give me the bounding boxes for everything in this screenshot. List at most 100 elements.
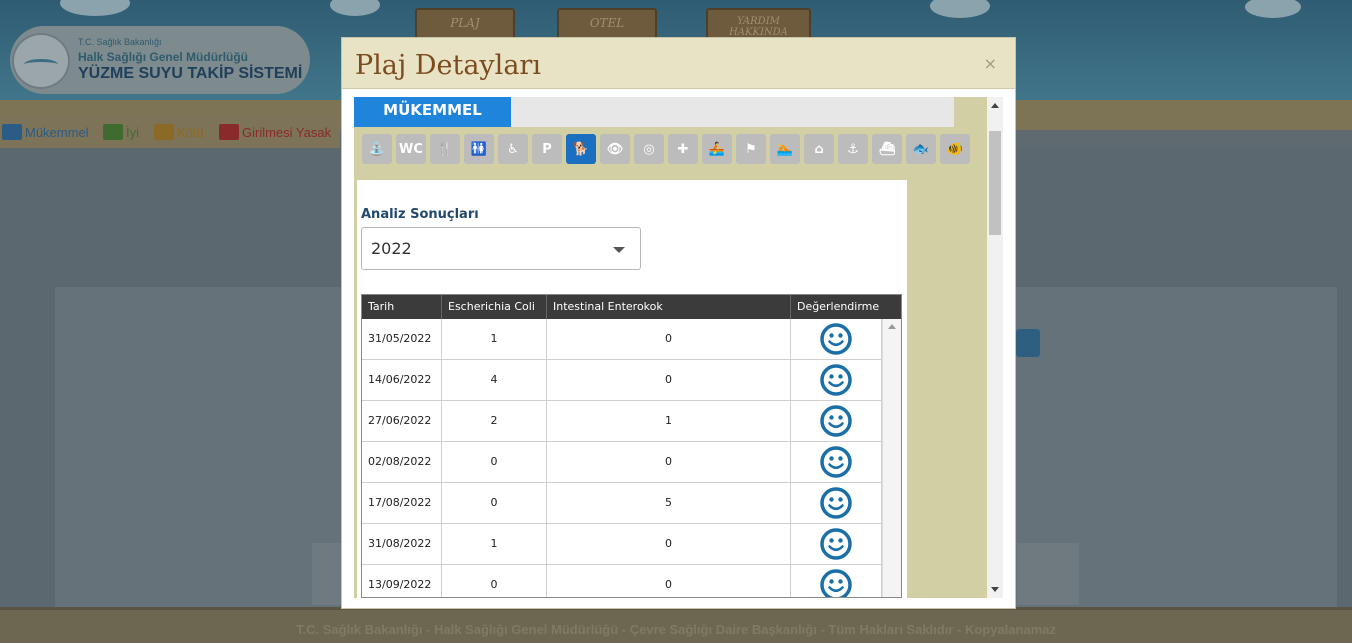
modal-header: Plaj Detayları ×: [342, 38, 1015, 89]
fishing-icon[interactable]: 🐟: [906, 134, 936, 164]
footer-text: T.C. Sağlık Bakanlığı - Halk Sağlığı Gen…: [296, 622, 1056, 637]
table-body: 31/05/2022 1 0 14/06/2022 4 0 27/06/2022 2 1 02/0…: [362, 319, 882, 597]
legend-label: Girilmesi Yasak: [242, 124, 332, 140]
cell-date: 31/05/2022: [362, 319, 442, 360]
cell-rating: [791, 401, 882, 442]
scroll-down-icon[interactable]: [991, 587, 999, 592]
scroll-up-icon[interactable]: [888, 324, 896, 329]
status-band: MÜKEMMEL: [354, 97, 954, 127]
chevron-down-icon: [613, 247, 625, 253]
swimmer-icon: [154, 124, 174, 140]
facility-icons: ⛲ WC 🍴 🚻 ♿ P 🐕 👁 ◎ ✚ 🚣 ⚑ 🏊 ⌂ ⚓ ⛴ 🐟 🐠: [362, 134, 970, 164]
table-row: 27/06/2022 2 1: [362, 401, 882, 442]
restaurant-icon[interactable]: 🍴: [430, 134, 460, 164]
table-header: Tarih Escherichia Coli Intestinal Entero…: [362, 295, 901, 319]
cell-ecoli: 1: [442, 319, 547, 360]
legend-label: İyi: [126, 124, 139, 140]
first-aid-icon[interactable]: ✚: [668, 134, 698, 164]
hut-icon[interactable]: ⌂: [804, 134, 834, 164]
swimming-icon[interactable]: 🏊: [770, 134, 800, 164]
cell-rating: [791, 319, 882, 360]
rowing-icon[interactable]: 🚣: [702, 134, 732, 164]
boat-icon[interactable]: ⛴: [872, 134, 902, 164]
table-row: 31/05/2022 1 0: [362, 319, 882, 360]
table-row: 02/08/2022 0 0: [362, 442, 882, 483]
smiley-icon: [820, 323, 852, 355]
wc-icon[interactable]: WC: [396, 134, 426, 164]
legend-kotu: Kötü: [154, 122, 204, 142]
binoculars-icon[interactable]: 👁: [600, 134, 630, 164]
smiley-icon: [820, 569, 852, 597]
legend-iyi: İyi: [103, 122, 139, 142]
aquarium-icon[interactable]: 🐠: [940, 134, 970, 164]
status-badge: MÜKEMMEL: [354, 97, 511, 127]
legend-label: Mükemmel: [25, 124, 89, 140]
cell-ecoli: 0: [442, 483, 547, 524]
analysis-table: Tarih Escherichia Coli Intestinal Entero…: [361, 294, 902, 598]
beach-details-modal: Plaj Detayları × MÜKEMMEL ⛲ WC 🍴 🚻 ♿ P 🐕 👁 ◎ ✚ 🚣 ⚑ 🏊…: [341, 37, 1016, 609]
smiley-icon: [820, 446, 852, 478]
background-decoration: [1017, 543, 1079, 605]
logo-system-name: YÜZME SUYU TAKİP SİSTEMİ: [78, 65, 303, 82]
header-degerlendirme: Değerlendirme: [791, 295, 901, 319]
shower-icon[interactable]: ⛲: [362, 134, 392, 164]
header-enterokok: Intestinal Enterokok: [547, 295, 791, 319]
cell-date: 31/08/2022: [362, 524, 442, 565]
scrollbar-thumb[interactable]: [989, 131, 1001, 235]
lifebuoy-icon[interactable]: ◎: [634, 134, 664, 164]
modal-scrollbar[interactable]: [987, 97, 1003, 598]
cell-ecoli: 1: [442, 524, 547, 565]
cell-ecoli: 4: [442, 360, 547, 401]
cell-rating: [791, 524, 882, 565]
beach-marker-icon[interactable]: [1016, 329, 1040, 357]
cell-date: 13/09/2022: [362, 565, 442, 597]
cell-enterokok: 0: [547, 319, 791, 360]
cell-enterokok: 0: [547, 442, 791, 483]
table-row: 31/08/2022 1 0: [362, 524, 882, 565]
table-scrollbar[interactable]: [882, 319, 901, 597]
cell-rating: [791, 360, 882, 401]
header-ecoli: Escherichia Coli: [442, 295, 547, 319]
scroll-up-icon[interactable]: [991, 103, 999, 108]
cell-enterokok: 0: [547, 360, 791, 401]
close-icon[interactable]: ×: [984, 54, 997, 73]
analysis-label: Analiz Sonuçları: [361, 207, 479, 222]
table-row: 17/08/2022 0 5: [362, 483, 882, 524]
modal-body: MÜKEMMEL ⛲ WC 🍴 🚻 ♿ P 🐕 👁 ◎ ✚ 🚣 ⚑ 🏊 ⌂ ⚓ ⛴ 🐟 🐠 Analiz Sonu…: [354, 97, 1002, 598]
smiley-icon: [820, 364, 852, 396]
legend-label: Kötü: [177, 124, 204, 140]
changing-room-icon[interactable]: 🚻: [464, 134, 494, 164]
parking-icon[interactable]: P: [532, 134, 562, 164]
logo-directorate: Halk Sağlığı Genel Müdürlüğü: [78, 50, 249, 64]
cell-enterokok: 0: [547, 565, 791, 597]
swimmer-icon: [103, 124, 123, 140]
smiley-icon: [820, 528, 852, 560]
anchor-icon[interactable]: ⚓: [838, 134, 868, 164]
cell-date: 14/06/2022: [362, 360, 442, 401]
cell-ecoli: 0: [442, 442, 547, 483]
table-row: 14/06/2022 4 0: [362, 360, 882, 401]
wheelchair-icon[interactable]: ♿: [498, 134, 528, 164]
year-select[interactable]: 2022: [361, 227, 641, 270]
swimmer-logo-icon: [12, 33, 70, 89]
cell-date: 17/08/2022: [362, 483, 442, 524]
modal-title: Plaj Detayları: [355, 50, 541, 81]
swimmer-icon: [219, 124, 239, 140]
pet-friendly-icon[interactable]: 🐕: [566, 134, 596, 164]
header-tarih: Tarih: [362, 295, 442, 319]
cell-enterokok: 1: [547, 401, 791, 442]
cell-enterokok: 5: [547, 483, 791, 524]
background-decoration: [312, 543, 344, 605]
cell-ecoli: 2: [442, 401, 547, 442]
cell-rating: [791, 565, 882, 597]
table-row: 13/09/2022 0 0: [362, 565, 882, 597]
legend-mukemmel: Mükemmel: [2, 122, 89, 142]
cell-rating: [791, 483, 882, 524]
flag-icon[interactable]: ⚑: [736, 134, 766, 164]
year-value: 2022: [371, 239, 412, 258]
smiley-icon: [820, 405, 852, 437]
cell-date: 27/06/2022: [362, 401, 442, 442]
cell-rating: [791, 442, 882, 483]
smiley-icon: [820, 487, 852, 519]
logo-ministry: T.C. Sağlık Bakanlığı: [78, 37, 162, 47]
